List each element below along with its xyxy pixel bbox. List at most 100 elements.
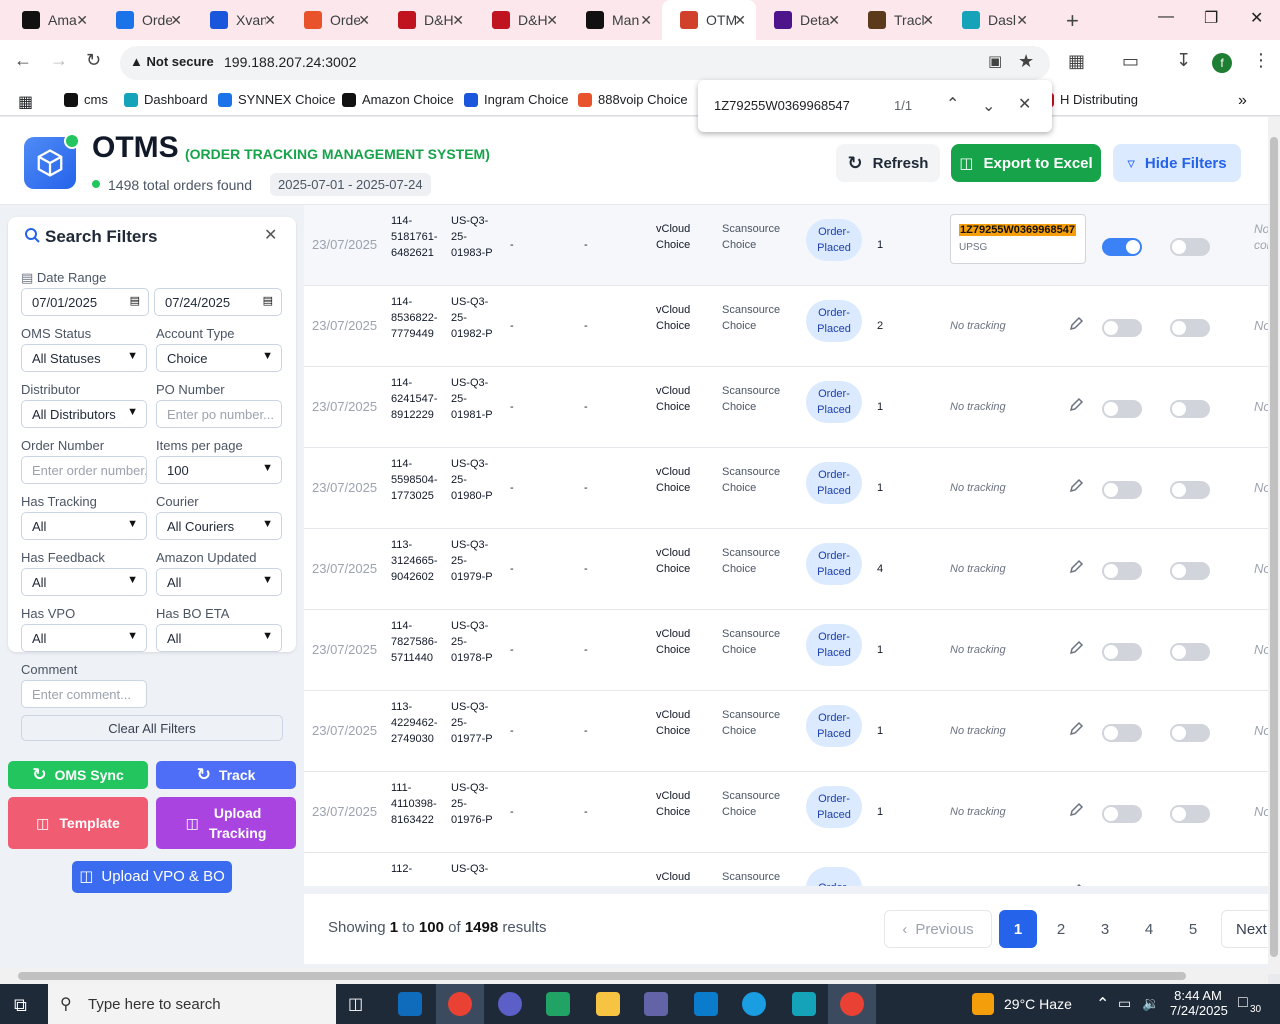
table-row[interactable]: 23/07/2025 114- 5181761- 6482621 US-Q3- 25- 01… xyxy=(304,205,1268,286)
pencil-icon[interactable] xyxy=(1068,640,1084,661)
pencil-icon[interactable] xyxy=(1068,478,1084,499)
pencil-icon[interactable] xyxy=(1068,397,1084,418)
weather-icon[interactable] xyxy=(972,993,994,1015)
vpo-toggle[interactable] xyxy=(1102,400,1142,418)
vpo-toggle[interactable] xyxy=(1102,805,1142,823)
clock[interactable]: 8:44 AM 7/24/2025 xyxy=(1170,988,1228,1018)
has-feedback-select[interactable]: All ▼ xyxy=(21,568,147,596)
more-bookmarks-chevron-icon[interactable]: » xyxy=(1238,92,1247,110)
minimize-icon[interactable]: — xyxy=(1158,8,1174,26)
browser-tab[interactable]: D&H ✕ xyxy=(474,0,568,40)
courier-select[interactable]: All Couriers ▼ xyxy=(156,512,282,540)
pencil-icon[interactable] xyxy=(1068,883,1084,886)
bookmark-star-icon[interactable]: ★ xyxy=(1018,51,1034,72)
tab-close-icon[interactable]: ✕ xyxy=(452,12,464,29)
horizontal-scroll-thumb[interactable] xyxy=(18,972,1186,980)
volume-icon[interactable]: 🔉 xyxy=(1142,995,1159,1012)
bo-toggle[interactable] xyxy=(1170,238,1210,256)
bo-toggle[interactable] xyxy=(1170,400,1210,418)
apps-grid-icon[interactable]: ▦ xyxy=(18,92,33,112)
upload-tracking-button[interactable]: ◫ Upload Tracking xyxy=(156,797,296,849)
page-3-button[interactable]: 3 xyxy=(1087,910,1123,948)
vpo-toggle[interactable] xyxy=(1102,643,1142,661)
calendar-icon[interactable]: ▤ xyxy=(130,294,140,307)
table-row[interactable]: 23/07/2025 113- 4229462- 2749030 US-Q3- 25- 01… xyxy=(304,691,1268,772)
bo-toggle[interactable] xyxy=(1170,643,1210,661)
bookmark-item[interactable]: H Distributing xyxy=(1040,92,1138,107)
calendar-icon[interactable]: ▤ xyxy=(263,294,273,307)
browser-tab[interactable]: Man ✕ xyxy=(568,0,662,40)
not-secure-indicator[interactable]: ▲ Not secure xyxy=(130,54,214,69)
date-from-input[interactable]: 07/01/2025 ▤ xyxy=(21,288,149,316)
previous-page-button[interactable]: ‹ Previous xyxy=(884,910,992,948)
template-button[interactable]: ◫ Template xyxy=(8,797,148,849)
browser-tab[interactable]: Deta ✕ xyxy=(756,0,850,40)
bookmark-item[interactable]: Dashboard xyxy=(124,92,208,107)
find-input[interactable]: 1Z79255W0369968547 xyxy=(714,98,850,113)
tab-close-icon[interactable]: ✕ xyxy=(76,12,88,29)
tab-close-icon[interactable]: ✕ xyxy=(734,12,746,29)
vertical-scrollbar[interactable] xyxy=(1268,117,1280,974)
table-row[interactable]: 23/07/2025 114- 7827586- 5711440 US-Q3- 25- 01… xyxy=(304,610,1268,691)
tab-close-icon[interactable]: ✕ xyxy=(264,12,276,29)
track-button[interactable]: ↻ Track xyxy=(156,761,296,789)
browser-tab[interactable]: Orde ✕ xyxy=(286,0,380,40)
date-to-input[interactable]: 07/24/2025 ▤ xyxy=(154,288,282,316)
tracking-number[interactable]: 1Z79255W0369968547 xyxy=(959,224,1076,236)
items-per-page-select[interactable]: 100 ▼ xyxy=(156,456,282,484)
tab-close-icon[interactable]: ✕ xyxy=(358,12,370,29)
teams-icon[interactable] xyxy=(644,992,668,1016)
horizontal-scrollbar[interactable] xyxy=(0,968,1268,984)
lens-icon[interactable]: ▣ xyxy=(988,52,1002,70)
outlook-icon[interactable] xyxy=(398,992,422,1016)
notifications-icon[interactable]: □ xyxy=(1238,994,1248,1012)
account-type-select[interactable]: Choice ▼ xyxy=(156,344,282,372)
tab-close-icon[interactable]: ✕ xyxy=(1016,12,1028,29)
table-row[interactable]: 23/07/2025 113- 3124665- 9042602 US-Q3- 25- 01… xyxy=(304,529,1268,610)
vertical-scroll-thumb[interactable] xyxy=(1270,137,1278,957)
new-tab-button[interactable]: + xyxy=(1066,8,1079,34)
bookmark-item[interactable]: SYNNEX Choice xyxy=(218,92,336,107)
bo-toggle[interactable] xyxy=(1170,724,1210,742)
next-page-button[interactable]: Next xyxy=(1221,910,1268,948)
close-icon[interactable]: ✕ xyxy=(264,225,277,245)
chrome-icon[interactable] xyxy=(840,992,864,1016)
page-5-button[interactable]: 5 xyxy=(1175,910,1211,948)
network-icon[interactable]: ▭ xyxy=(1118,995,1131,1012)
amazon-updated-select[interactable]: All ▼ xyxy=(156,568,282,596)
browser-tab[interactable]: Orde ✕ xyxy=(98,0,192,40)
browser-tab[interactable]: Tracl ✕ xyxy=(850,0,944,40)
table-row[interactable]: 23/07/2025 114- 6241547- 8912229 US-Q3- 25- 01… xyxy=(304,367,1268,448)
app-icon[interactable] xyxy=(694,992,718,1016)
excel-icon[interactable] xyxy=(546,992,570,1016)
forward-arrow-icon[interactable]: → xyxy=(50,50,68,71)
taskbar-search[interactable]: ⚲ Type here to search xyxy=(48,984,336,1024)
table-row[interactable]: 23/07/2025 114- 5598504- 1773025 US-Q3- 25- 01… xyxy=(304,448,1268,529)
file-explorer-icon[interactable] xyxy=(596,992,620,1016)
table-row[interactable]: 112- US-Q3- vCloud Scansource Order- No track… xyxy=(304,853,1268,886)
edge-icon[interactable] xyxy=(742,992,766,1016)
order-number-input[interactable]: Enter order number... xyxy=(21,456,147,484)
po-number-input[interactable]: Enter po number... xyxy=(156,400,282,428)
window-close-icon[interactable]: ✕ xyxy=(1250,8,1263,28)
browser-tab[interactable]: Dasl ✕ xyxy=(944,0,1038,40)
oms-sync-button[interactable]: ↻ OMS Sync xyxy=(8,761,148,789)
bookmark-item[interactable]: Amazon Choice xyxy=(342,92,454,107)
export-excel-button[interactable]: ◫ Export to Excel xyxy=(951,144,1101,182)
find-next-icon[interactable]: ⌄ xyxy=(982,96,995,116)
page-4-button[interactable]: 4 xyxy=(1131,910,1167,948)
restore-icon[interactable]: ❐ xyxy=(1204,8,1218,28)
distributor-select[interactable]: All Distributors ▼ xyxy=(21,400,147,428)
tab-close-icon[interactable]: ✕ xyxy=(170,12,182,29)
cast-icon[interactable]: ▭ xyxy=(1122,51,1139,72)
browser-tab[interactable]: Xvan ✕ xyxy=(192,0,286,40)
oms-status-select[interactable]: All Statuses ▼ xyxy=(21,344,147,372)
chrome-icon[interactable] xyxy=(448,992,472,1016)
page-2-button[interactable]: 2 xyxy=(1043,910,1079,948)
bookmark-item[interactable]: cms xyxy=(64,92,108,107)
weather-text[interactable]: 29°C Haze xyxy=(1004,996,1072,1012)
bo-toggle[interactable] xyxy=(1170,481,1210,499)
table-row[interactable]: 23/07/2025 114- 8536822- 7779449 US-Q3- 25- 01… xyxy=(304,286,1268,367)
back-arrow-icon[interactable]: ← xyxy=(14,50,32,71)
find-close-icon[interactable]: ✕ xyxy=(1018,94,1031,114)
